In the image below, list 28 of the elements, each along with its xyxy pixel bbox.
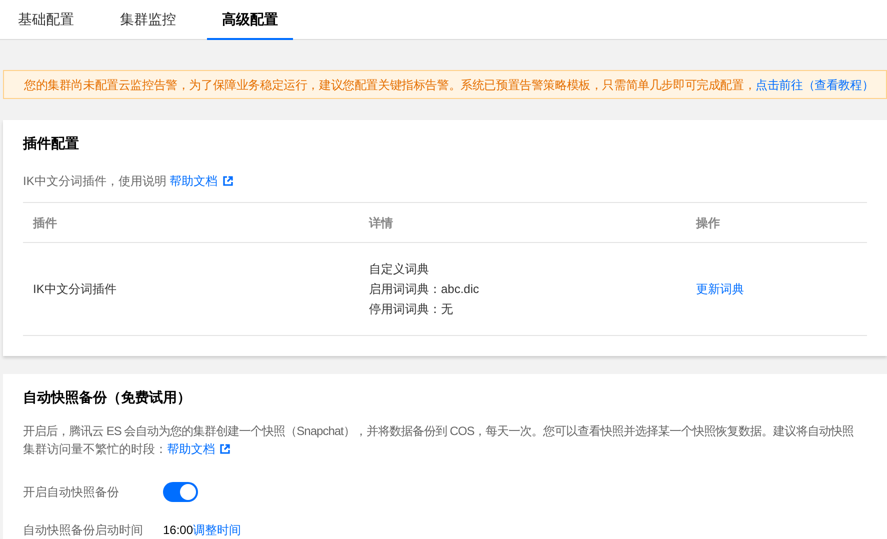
help-doc-link[interactable]: 帮助文档 — [170, 174, 233, 188]
snapshot-description: 集群访问量不繁忙的时段：帮助文档 — [23, 440, 867, 458]
plugin-description: IK中文分词插件，使用说明 帮助文档 — [23, 172, 867, 190]
external-link-icon — [220, 444, 230, 454]
snapshot-description: 开启后，腾讯云 ES 会自动为您的集群创建一个快照（Snapchat），并将数据备份到 COS，每天一次。您可以查看快照并选择某一个快照恢复数据。建议将自动快照 — [23, 423, 854, 440]
card-title: 插件配置 — [23, 134, 80, 153]
column-header: 操作 — [696, 214, 721, 232]
card-title: 自动快照备份（免费试用） — [23, 388, 192, 407]
toggle-switch[interactable] — [163, 482, 198, 502]
table-cell-text: IK中文分词插件 — [33, 281, 118, 298]
tab[interactable]: 集群监控 — [105, 0, 191, 40]
go-link[interactable]: 点击前往 — [756, 78, 803, 92]
column-header: 详情 — [369, 214, 394, 232]
detail-text: 启用词词典：abc.dic — [369, 281, 480, 298]
column-header: 插件 — [33, 214, 58, 232]
tab[interactable]: 基础配置 — [3, 0, 89, 40]
detail-text: 自定义词典 — [369, 261, 430, 278]
external-link-icon — [222, 176, 233, 186]
detail-text: 停用词词典：无 — [369, 301, 454, 318]
field-label: 开启自动快照备份 — [23, 484, 120, 501]
notice-text: 您的集群尚未配置云监控告警，为了保障业务稳定运行，建议您配置关键指标告警。系统已预置告警策略模板，只需简单几步即可完成配置，点击前往（查看教程） — [24, 76, 874, 94]
time-value: 16:00 — [163, 522, 194, 539]
tutorial-link[interactable]: （查看教程） — [802, 78, 874, 92]
field-label: 自动快照备份启动时间 — [23, 522, 144, 539]
adjust-time-link[interactable]: 调整时间 — [193, 521, 242, 539]
help-doc-link[interactable]: 帮助文档 — [167, 442, 230, 456]
update-dictionary-link[interactable]: 更新词典 — [696, 282, 744, 296]
tab[interactable]: 高级配置 — [207, 0, 293, 40]
